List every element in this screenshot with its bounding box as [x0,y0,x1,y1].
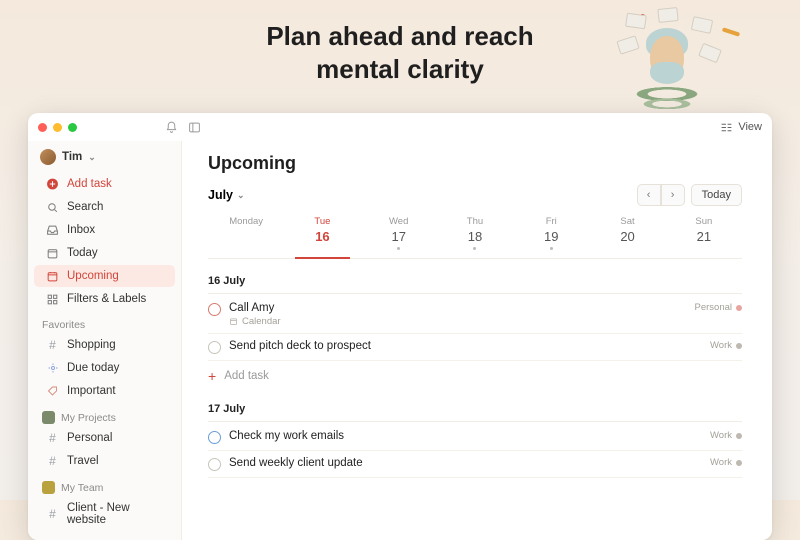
day-column[interactable]: Wed17 [361,212,437,258]
filter-icon [46,362,59,375]
today-button[interactable]: Today [691,184,742,206]
prev-week-button[interactable]: ‹ [637,184,661,206]
workspace-avatar [42,481,55,494]
task-title: Call Amy [229,302,687,314]
page-title: Upcoming [208,153,742,174]
month-picker[interactable]: July⌄ [208,188,245,202]
date-section-header: 16 July [208,269,742,294]
view-button[interactable]: View [720,121,762,134]
account-switcher[interactable]: Tim ⌄ [28,147,181,173]
task-checkbox[interactable] [208,303,221,316]
day-column[interactable]: Monday [208,212,284,258]
sidebar-item-due-today[interactable]: Due today [34,357,175,379]
task-row[interactable]: Send weekly client update Work [208,451,742,478]
sidebar: Tim ⌄ Add task Search Inbox Today [28,141,182,540]
sidebar-item-important[interactable]: Important [34,380,175,402]
day-column[interactable]: Fri19 [513,212,589,258]
task-project-chip[interactable]: Personal [695,302,743,313]
hash-icon: # [46,507,59,520]
calendar-upcoming-icon [46,270,59,283]
calendar-today-icon [46,247,59,260]
window-close-button[interactable] [38,123,47,132]
sidebar-section-my-team[interactable]: My Team [28,473,181,497]
sidebar-item-shopping[interactable]: #Shopping [34,334,175,356]
task-project-chip[interactable]: Work [710,457,742,468]
task-project-chip[interactable]: Work [710,340,742,351]
day-column[interactable]: Sat20 [589,212,665,258]
window-minimize-button[interactable] [53,123,62,132]
sidebar-item-upcoming[interactable]: Upcoming [34,265,175,287]
sidebar-item-search[interactable]: Search [34,196,175,218]
tag-icon [46,385,59,398]
search-icon [46,201,59,214]
notifications-icon[interactable] [165,121,178,134]
sidebar-toggle-icon[interactable] [188,121,201,134]
workspace-avatar [42,411,55,424]
task-meta: Calendar [229,316,687,327]
grid-icon [46,293,59,306]
task-project-chip[interactable]: Work [710,430,742,441]
chevron-down-icon: ⌄ [88,152,96,163]
user-name: Tim [62,151,82,163]
task-checkbox[interactable] [208,341,221,354]
window-titlebar: View [28,113,772,141]
task-title: Check my work emails [229,430,702,442]
next-week-button[interactable]: › [661,184,685,206]
app-window: View Tim ⌄ Add task Search Inbo [28,113,772,540]
add-task-button[interactable]: Add task [34,173,175,195]
add-task-inline[interactable]: + Add task [208,361,742,397]
sidebar-item-today[interactable]: Today [34,242,175,264]
week-strip: Monday Tue16 Wed17 Thu18 Fri19 Sat20 Sun… [208,212,742,259]
task-checkbox[interactable] [208,431,221,444]
main-content: Upcoming July⌄ ‹ › Today Monday Tue16 We… [182,141,772,540]
sidebar-item-filters[interactable]: Filters & Labels [34,288,175,310]
day-column[interactable]: Sun21 [666,212,742,258]
sidebar-item-personal[interactable]: #Personal [34,427,175,449]
day-column[interactable]: Thu18 [437,212,513,258]
avatar [40,149,56,165]
hash-icon: # [46,432,59,445]
task-title: Send pitch deck to prospect [229,340,702,352]
plus-icon: + [208,369,216,383]
sidebar-section-my-projects[interactable]: My Projects [28,403,181,427]
task-row[interactable]: Call Amy Calendar Personal [208,296,742,334]
sidebar-item-inbox[interactable]: Inbox [34,219,175,241]
sidebar-item-client[interactable]: #Client - New website [34,497,175,530]
plus-circle-icon [46,178,59,191]
hash-icon: # [46,339,59,352]
sidebar-section-favorites: Favorites [28,311,181,334]
task-row[interactable]: Send pitch deck to prospect Work [208,334,742,361]
task-checkbox[interactable] [208,458,221,471]
inbox-icon [46,224,59,237]
hash-icon: # [46,455,59,468]
date-section-header: 17 July [208,397,742,422]
chevron-down-icon: ⌄ [237,190,245,201]
hero-illustration [610,18,720,118]
task-title: Send weekly client update [229,457,702,469]
task-row[interactable]: Check my work emails Work [208,424,742,451]
day-column[interactable]: Tue16 [284,212,360,258]
sidebar-item-travel[interactable]: #Travel [34,450,175,472]
window-zoom-button[interactable] [68,123,77,132]
